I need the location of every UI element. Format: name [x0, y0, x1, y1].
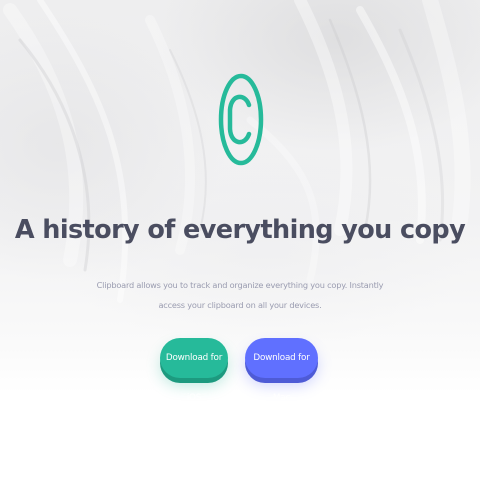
download-ios-button[interactable]: Download for iOS: [160, 338, 228, 403]
hero-description: Clipboard allows you to track and organi…: [96, 280, 384, 310]
download-mac-button[interactable]: Download for Mac: [245, 338, 318, 403]
background-texture: [3, 0, 471, 303]
hero-title: A history of everything you copy: [14, 215, 466, 245]
copyright-circle-icon: [218, 73, 264, 166]
hero-section: A history of everything you copy Clipboa…: [0, 0, 480, 480]
